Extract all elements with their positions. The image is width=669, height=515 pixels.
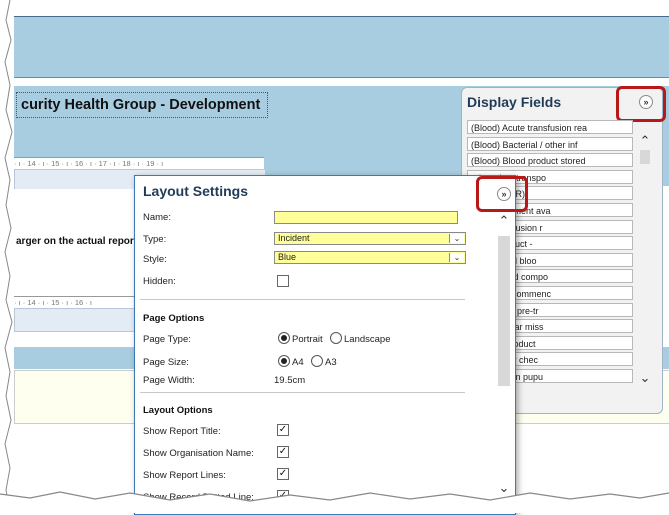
portrait-label: Portrait xyxy=(292,334,323,345)
a4-radio[interactable] xyxy=(278,355,290,367)
hidden-checkbox[interactable] xyxy=(277,275,289,287)
show-report-lines-label: Show Report Lines: xyxy=(143,470,226,481)
torn-bottom-edge xyxy=(0,491,669,513)
a3-radio[interactable] xyxy=(311,355,323,367)
divider xyxy=(140,392,465,393)
show-org-name-label: Show Organisation Name: xyxy=(143,448,254,459)
page-width-value: 19.5cm xyxy=(274,375,306,386)
chevron-down-icon[interactable]: ⌄ xyxy=(637,371,653,386)
style-select[interactable]: Blue ⌄ xyxy=(274,251,466,264)
report-top-bar xyxy=(14,0,669,17)
divider xyxy=(140,299,465,300)
style-label: Style: xyxy=(143,254,167,265)
page-size-label: Page Size: xyxy=(143,357,189,368)
landscape-radio[interactable] xyxy=(330,332,342,344)
type-select[interactable]: Incident ⌄ xyxy=(274,232,466,245)
layout-settings-scroll-thumb[interactable] xyxy=(498,236,510,386)
a4-label: A4 xyxy=(292,357,304,368)
display-fields-scrollbar[interactable]: ⌃ ⌄ xyxy=(637,134,654,392)
show-report-title-label: Show Report Title: xyxy=(143,426,221,437)
torn-left-edge xyxy=(0,0,13,513)
report-title[interactable]: curity Health Group - Development xyxy=(16,92,268,118)
display-fields-scroll-thumb[interactable] xyxy=(640,150,650,164)
highlight-box-layout-settings xyxy=(476,176,528,212)
type-select-value: Incident xyxy=(278,233,310,243)
page-type-label: Page Type: xyxy=(143,334,191,345)
highlight-box-display-fields xyxy=(616,86,666,122)
name-label: Name: xyxy=(143,212,171,223)
landscape-label: Landscape xyxy=(344,334,391,345)
chevron-up-icon[interactable]: ⌃ xyxy=(496,214,512,228)
type-label: Type: xyxy=(143,234,167,245)
chevron-down-icon[interactable]: ⌄ xyxy=(449,234,464,243)
report-header-band xyxy=(14,17,669,77)
report-side-text: arger on the actual report xyxy=(16,236,138,247)
display-fields-title: Display Fields xyxy=(467,94,562,110)
portrait-radio[interactable] xyxy=(278,332,290,344)
page-width-label: Page Width: xyxy=(143,375,195,386)
show-report-lines-checkbox[interactable]: ✓ xyxy=(277,468,289,480)
style-select-value: Blue xyxy=(278,252,297,262)
chevron-up-icon[interactable]: ⌃ xyxy=(637,134,653,148)
display-field-item[interactable]: (Blood) Blood product stored xyxy=(467,153,633,168)
chevron-down-icon[interactable]: ⌄ xyxy=(449,253,464,262)
show-org-name-checkbox[interactable]: ✓ xyxy=(277,446,289,458)
name-input[interactable] xyxy=(274,211,458,224)
a3-label: A3 xyxy=(325,357,337,368)
display-field-item[interactable]: (Blood) Bacterial / other inf xyxy=(467,136,633,151)
layout-settings-scrollbar[interactable]: ⌃ ⌄ xyxy=(496,214,512,504)
layout-options-heading: Layout Options xyxy=(143,405,213,416)
display-field-item[interactable]: (Blood) Acute transfusion rea xyxy=(467,120,633,134)
layout-settings-title: Layout Settings xyxy=(143,183,249,199)
page-options-heading: Page Options xyxy=(143,313,205,324)
layout-settings-dialog xyxy=(134,175,516,515)
hidden-label: Hidden: xyxy=(143,276,176,287)
show-report-title-checkbox[interactable]: ✓ xyxy=(277,424,289,436)
